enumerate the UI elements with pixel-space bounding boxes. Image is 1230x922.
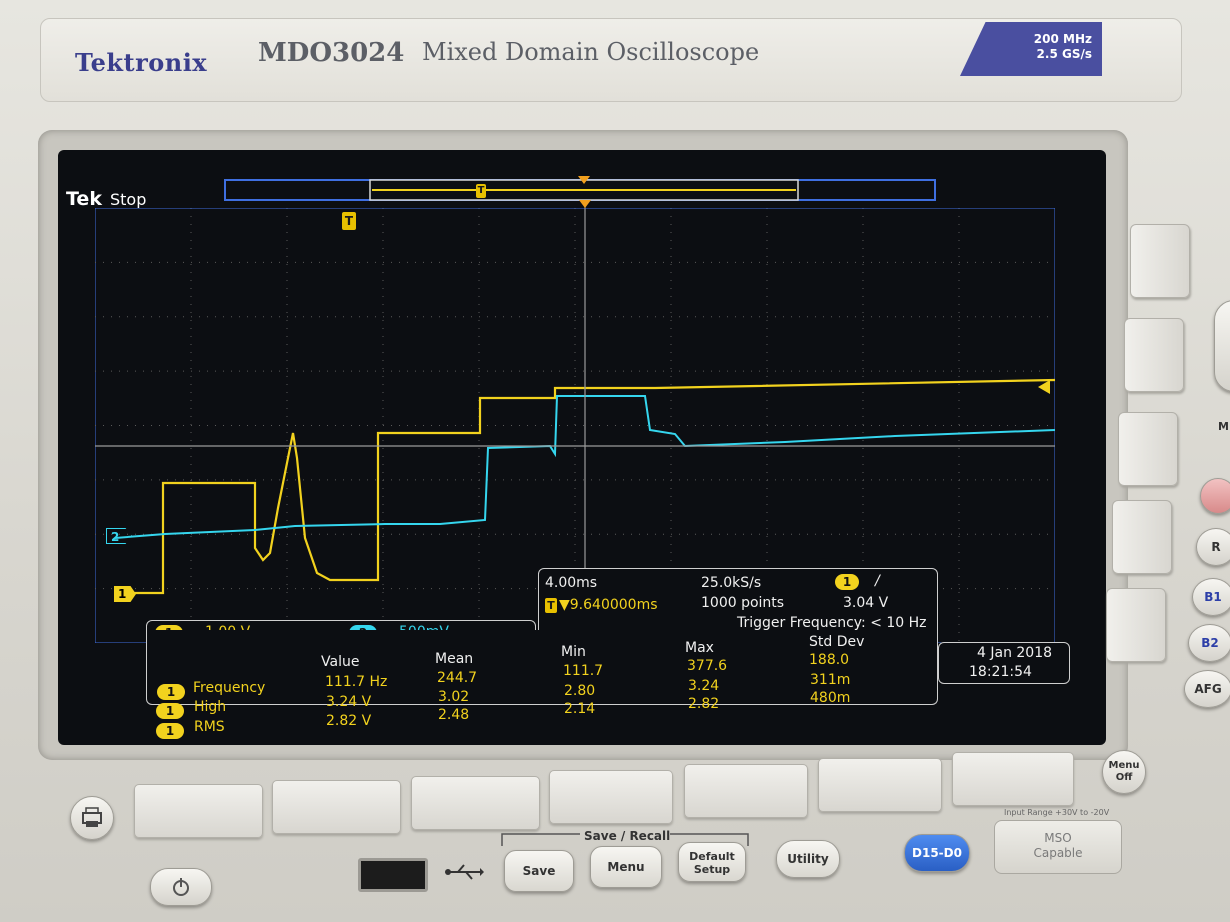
- save-recall-label: Save / Recall: [584, 829, 671, 843]
- print-icon: [82, 807, 102, 827]
- bottom-menu-button-6[interactable]: [818, 758, 942, 812]
- row2-name: High: [194, 699, 227, 715]
- row1-max: 377.6: [687, 658, 728, 674]
- row3-std-dev: 480m: [810, 690, 851, 706]
- row1-mean: 244.7: [437, 670, 478, 686]
- row2-std-dev: 311m: [810, 672, 851, 688]
- row3-max: 2.82: [688, 696, 720, 712]
- row2-max: 3.24: [688, 678, 720, 694]
- time-label: 18:21:54: [969, 664, 1032, 680]
- default-setup-label-1: Default: [689, 850, 735, 863]
- power-icon: [173, 878, 189, 896]
- side-menu-button-2[interactable]: [1124, 318, 1184, 392]
- input-range-label: Input Range +30V to -20V: [1004, 808, 1110, 817]
- date-label: 4 Jan 2018: [977, 645, 1053, 661]
- r-label: R: [1211, 540, 1221, 554]
- model-name: MDO3024: [258, 38, 405, 68]
- row1-min: 111.7: [563, 663, 604, 679]
- trigger-source-badge: 1: [835, 574, 859, 590]
- trigger-delay: ▼9.640000ms: [559, 597, 658, 613]
- bottom-menu-button-5[interactable]: [684, 764, 808, 818]
- b2-label: B2: [1201, 636, 1219, 650]
- digital-channels-button[interactable]: D15-D0: [904, 834, 970, 872]
- usb-icon: [445, 864, 484, 880]
- multipurpose-knob[interactable]: [1214, 300, 1230, 392]
- row3-name: RMS: [194, 719, 225, 735]
- side-label-m: M: [1218, 420, 1229, 433]
- bottom-menu-button-2[interactable]: [272, 780, 401, 834]
- side-menu-button-1[interactable]: [1130, 224, 1190, 298]
- side-menu-button-3[interactable]: [1118, 412, 1178, 486]
- row1-std-dev: 188.0: [809, 652, 850, 668]
- trigger-slope-icon: /: [875, 573, 880, 589]
- mso-capable-label: Capable: [1033, 846, 1083, 860]
- trigger-level: 3.04 V: [843, 595, 889, 611]
- trigger-frequency: Trigger Frequency: < 10 Hz: [737, 615, 927, 631]
- row1-value: 111.7 Hz: [325, 674, 388, 690]
- trigger-position-marker: T: [342, 212, 356, 230]
- brand-logo: Tektronix: [75, 48, 208, 77]
- b2-button[interactable]: B2: [1188, 624, 1230, 662]
- row2-ch-badge: 1: [156, 703, 184, 719]
- row3-mean: 2.48: [438, 707, 470, 723]
- side-menu-button-4[interactable]: [1112, 500, 1172, 574]
- trigger-level-marker: [1038, 380, 1050, 394]
- print-button[interactable]: [70, 796, 114, 840]
- usb-port[interactable]: [358, 858, 428, 892]
- row2-min: 2.80: [564, 683, 596, 699]
- model-description: Mixed Domain Oscilloscope: [422, 38, 760, 66]
- default-setup-label-2: Setup: [693, 863, 731, 876]
- mso-connector: MSO Capable: [994, 820, 1122, 874]
- utility-button[interactable]: Utility: [776, 840, 840, 878]
- menu-off-button[interactable]: Menu Off: [1102, 750, 1146, 794]
- row3-ch-badge: 1: [156, 723, 184, 739]
- col-header-mean: Mean: [435, 651, 474, 667]
- save-button[interactable]: Save: [504, 850, 574, 892]
- b1-button[interactable]: B1: [1192, 578, 1230, 616]
- default-setup-button[interactable]: Default Setup: [678, 842, 746, 882]
- col-header-value: Value: [321, 654, 360, 670]
- ref-red-button[interactable]: [1200, 478, 1230, 514]
- datetime-readout: 4 Jan 2018 18:21:54: [938, 642, 1070, 684]
- bottom-menu-button-3[interactable]: [411, 776, 540, 830]
- col-header-max: Max: [685, 640, 714, 656]
- b1-label: B1: [1204, 590, 1222, 604]
- row2-value: 3.24 V: [326, 694, 372, 710]
- afg-button[interactable]: AFG: [1184, 670, 1230, 708]
- power-button[interactable]: [150, 868, 212, 906]
- sample-rate: 25.0kS/s: [701, 575, 762, 591]
- r-button[interactable]: R: [1196, 528, 1230, 566]
- mso-label: MSO: [1044, 831, 1072, 845]
- afg-label: AFG: [1194, 682, 1222, 696]
- menu-off-label-1: Menu: [1108, 760, 1140, 771]
- row1-ch-badge: 1: [157, 684, 185, 700]
- row2-mean: 3.02: [438, 689, 470, 705]
- horizontal-scale: 4.00ms: [545, 575, 598, 591]
- bandwidth-label: 200 MHz: [1033, 32, 1092, 46]
- bottom-menu-button-1[interactable]: [134, 784, 263, 838]
- bottom-menu-button-4[interactable]: [549, 770, 673, 824]
- record-trigger-marker: T: [476, 184, 486, 198]
- col-header-min: Min: [561, 644, 586, 660]
- delay-icon: T: [545, 598, 557, 613]
- row3-value: 2.82 V: [326, 713, 372, 729]
- recall-menu-button[interactable]: Menu: [590, 846, 662, 888]
- col-header-std-dev: Std Dev: [809, 634, 865, 650]
- row1-name: Frequency: [193, 680, 266, 696]
- menu-off-label-2: Off: [1115, 772, 1133, 783]
- row3-min: 2.14: [564, 701, 596, 717]
- sample-rate-label: 2.5 GS/s: [1036, 47, 1092, 61]
- record-length: 1000 points: [701, 595, 785, 611]
- side-menu-button-5[interactable]: [1106, 588, 1166, 662]
- bottom-menu-button-7[interactable]: [952, 752, 1074, 806]
